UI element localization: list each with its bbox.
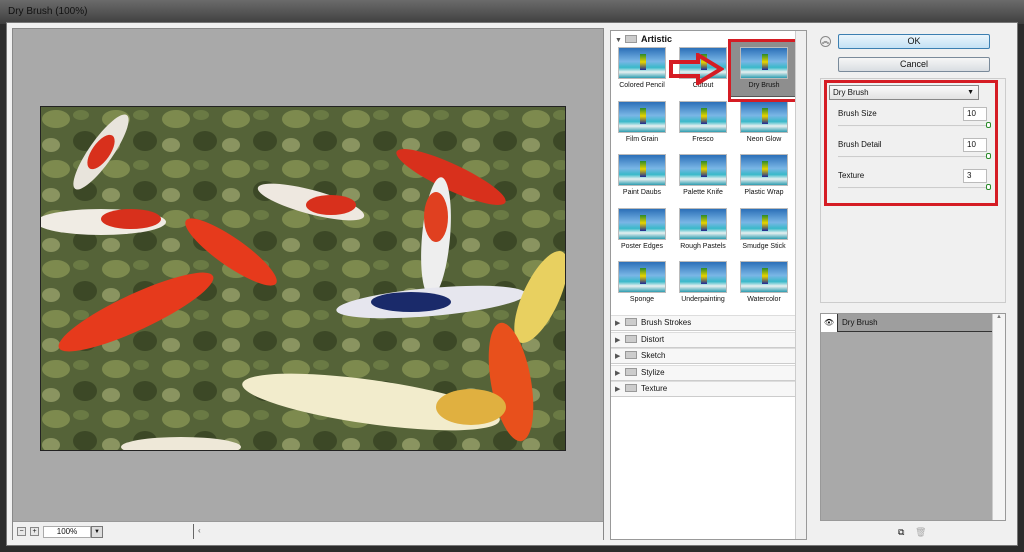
filter-thumb-film-grain[interactable]: Film Grain	[617, 100, 667, 143]
collapsed-triangle-icon: ▶	[615, 369, 621, 377]
thumbnail-image	[679, 154, 727, 186]
preview-image[interactable]	[40, 106, 566, 451]
folder-icon	[625, 367, 637, 376]
scroll-left-icon[interactable]: ‹	[198, 526, 201, 535]
category-distort[interactable]: ▶ Distort	[611, 331, 796, 348]
preview-zoom-bar: − + 100% ▼ ‹	[13, 521, 603, 540]
thumbnail-image	[618, 207, 666, 240]
filter-thumb-neon-glow[interactable]: Neon Glow	[739, 100, 789, 143]
thumbnail-image	[679, 261, 727, 293]
thumbnail-image	[618, 261, 666, 293]
filter-thumb-label: Colored Pencil	[619, 82, 665, 89]
cancel-button[interactable]: Cancel	[838, 57, 990, 72]
thumbnail-image	[679, 100, 727, 133]
category-label: Brush Strokes	[641, 318, 692, 327]
collapsed-triangle-icon: ▶	[615, 320, 621, 327]
filter-thumb-label: Paint Daubs	[622, 189, 662, 196]
filter-thumb-rough-pastels[interactable]: Rough Pastels	[678, 207, 728, 250]
collapsed-triangle-icon: ▶	[615, 336, 621, 344]
filter-thumb-label: Poster Edges	[620, 242, 664, 250]
horizontal-scrollbar[interactable]: ‹	[193, 524, 603, 539]
filter-thumb-label: Sponge	[629, 296, 655, 303]
filter-thumb-poster-edges[interactable]: Poster Edges	[617, 207, 667, 250]
filter-thumb-label: Palette Knife	[683, 189, 723, 196]
annotation-arrow-icon	[669, 53, 724, 85]
settings-column: ︽ OK Cancel Dry Brush ▼ Brush Size 10 Brush…	[818, 30, 1014, 537]
eye-visibility-icon[interactable]: 👁	[821, 314, 838, 332]
category-label: Sketch	[641, 351, 666, 360]
zoom-out-button[interactable]: −	[17, 527, 26, 536]
collapse-gallery-icon[interactable]: ︽	[820, 36, 831, 47]
filter-thumb-label: Watercolor	[747, 296, 781, 303]
category-texture[interactable]: ▶ Texture	[611, 381, 796, 397]
filter-list-scrollbar[interactable]	[795, 31, 806, 539]
collapsed-triangle-icon: ▶	[615, 386, 621, 393]
thumbnail-image	[740, 207, 788, 240]
filter-thumb-paint-daubs[interactable]: Paint Daubs	[617, 154, 667, 196]
effect-layer-row[interactable]: 👁 Dry Brush	[821, 314, 993, 332]
annotation-red-box	[824, 80, 998, 206]
folder-icon	[625, 35, 637, 43]
category-label: Texture	[641, 384, 668, 393]
collapsed-triangle-icon: ▶	[615, 353, 621, 360]
filter-thumb-label: Underpainting	[681, 296, 725, 303]
layers-scrollbar[interactable]: ▲	[992, 314, 1005, 520]
delete-effect-layer-icon[interactable]: 🗑	[915, 527, 926, 538]
category-artistic[interactable]: ▼ Artistic	[615, 34, 672, 44]
annotation-red-box	[728, 39, 803, 102]
filter-thumb-label: Rough Pastels	[680, 242, 726, 250]
thumbnail-image	[740, 100, 788, 133]
thumbnail-image	[618, 100, 666, 133]
filter-list-panel: ▼ Artistic Colored Pencil Cutout Dry Brush F…	[610, 30, 807, 540]
folder-icon	[625, 334, 637, 343]
filter-thumb-plastic-wrap[interactable]: Plastic Wrap	[739, 154, 789, 196]
filter-thumb-palette-knife[interactable]: Palette Knife	[678, 154, 728, 196]
thumbnail-image	[740, 261, 788, 293]
filter-thumb-smudge-stick[interactable]: Smudge Stick	[739, 207, 789, 250]
effect-layer-name: Dry Brush	[842, 318, 878, 327]
category-sketch[interactable]: ▶ Sketch	[611, 348, 796, 364]
ok-button[interactable]: OK	[838, 34, 990, 49]
filter-thumb-label: Neon Glow	[746, 135, 782, 143]
thumbnail-image	[679, 207, 727, 240]
filter-thumb-fresco[interactable]: Fresco	[678, 100, 728, 143]
filter-thumb-label: Fresco	[692, 135, 714, 143]
zoom-dropdown-button[interactable]: ▼	[91, 526, 103, 538]
category-label: Distort	[641, 334, 665, 344]
effect-layers-list: 👁 Dry Brush ▲	[820, 313, 1006, 521]
filter-thumb-sponge[interactable]: Sponge	[617, 261, 667, 303]
filter-thumb-watercolor[interactable]: Watercolor	[739, 261, 789, 303]
folder-icon	[625, 351, 637, 359]
thumbnail-image	[618, 47, 666, 79]
category-brush-strokes[interactable]: ▶ Brush Strokes	[611, 315, 796, 331]
filter-thumb-label: Film Grain	[625, 135, 659, 143]
preview-pane[interactable]: − + 100% ▼ ‹	[12, 28, 604, 540]
filter-thumb-label: Plastic Wrap	[744, 189, 784, 196]
folder-icon	[625, 318, 637, 326]
thumbnail-image	[740, 154, 788, 186]
expand-triangle-icon: ▼	[615, 37, 622, 44]
new-effect-layer-icon[interactable]: ⧉	[898, 527, 904, 538]
filter-thumb-label: Smudge Stick	[742, 242, 786, 250]
folder-icon	[625, 384, 637, 392]
window-title: Dry Brush (100%)	[8, 6, 88, 17]
filter-thumb-colored-pencil[interactable]: Colored Pencil	[617, 47, 667, 89]
category-label: Stylize	[641, 367, 665, 377]
zoom-in-button[interactable]: +	[30, 527, 39, 536]
zoom-level-field[interactable]: 100%	[43, 526, 91, 538]
thumbnail-image	[618, 154, 666, 186]
title-bar: Dry Brush (100%)	[0, 0, 1024, 24]
category-stylize[interactable]: ▶ Stylize	[611, 364, 796, 381]
filter-thumb-underpainting[interactable]: Underpainting	[678, 261, 728, 303]
